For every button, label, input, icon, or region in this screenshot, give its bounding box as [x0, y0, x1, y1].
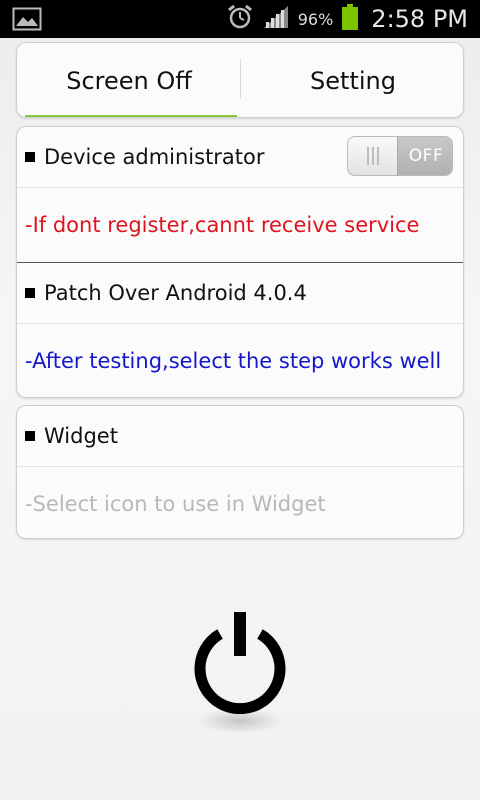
toggle-state-label: OFF	[408, 146, 444, 166]
tab-bar: Screen Off Setting	[16, 42, 464, 118]
tab-selected-indicator	[25, 115, 237, 117]
bullet-icon	[25, 152, 35, 162]
device-admin-title: Device administrator	[44, 145, 265, 169]
toggle-knob[interactable]	[348, 137, 398, 175]
battery-percent: 96%	[297, 9, 334, 29]
patch-row[interactable]: Patch Over Android 4.0.4	[17, 263, 463, 323]
tab-screen-off[interactable]: Screen Off	[17, 43, 241, 117]
device-admin-description: -If dont register,cannt receive service	[25, 213, 420, 237]
power-icon[interactable]	[188, 610, 292, 715]
bullet-icon	[25, 431, 35, 441]
device-admin-toggle[interactable]: OFF	[347, 136, 453, 176]
alarm-icon	[226, 3, 254, 35]
battery-icon	[341, 3, 359, 35]
widget-description[interactable]: -Select icon to use in Widget	[17, 467, 463, 538]
gallery-icon	[12, 7, 42, 35]
widget-row[interactable]: Widget	[17, 406, 463, 466]
widget-title: Widget	[44, 424, 118, 448]
status-bar: 96% 2:58 PM	[0, 0, 480, 38]
patch-description[interactable]: -After testing,select the step works wel…	[17, 324, 463, 397]
grip-icon	[366, 147, 380, 165]
settings-card: Device administrator OFF -If dont regist…	[16, 126, 464, 398]
tab-setting[interactable]: Setting	[241, 43, 463, 117]
power-button[interactable]	[188, 610, 292, 715]
clock: 2:58 PM	[371, 5, 468, 33]
widget-card: Widget -Select icon to use in Widget	[16, 405, 464, 539]
bullet-icon	[25, 288, 35, 298]
signal-icon	[262, 4, 290, 34]
patch-title: Patch Over Android 4.0.4	[44, 281, 307, 305]
